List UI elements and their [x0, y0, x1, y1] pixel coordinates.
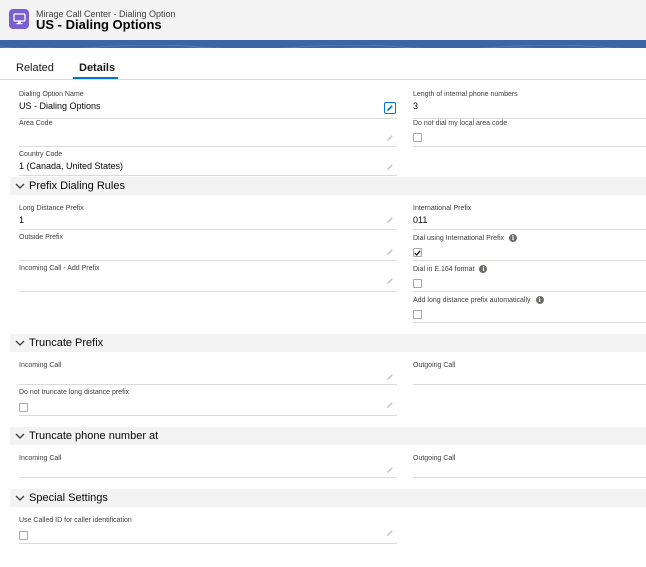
field-label-text: Dial using International Prefix — [413, 234, 505, 242]
chevron-down-icon — [15, 433, 25, 439]
field-area-code: Area Code — [19, 120, 397, 147]
field-label: Incoming Call — [19, 362, 62, 369]
field-label-text: Dial in E.164 format — [413, 265, 475, 273]
edit-pencil-icon[interactable] — [384, 399, 396, 411]
section-title: Truncate Prefix — [29, 337, 104, 349]
edit-pencil-icon[interactable] — [384, 102, 396, 114]
field-add-long-distance-auto: Add long distance prefix automatically i — [413, 296, 646, 323]
do-not-truncate-ld-checkbox[interactable] — [19, 403, 28, 412]
field-truncate-incoming: Incoming Call — [19, 362, 397, 385]
monitor-icon — [9, 9, 29, 29]
field-value: 3 — [413, 101, 419, 111]
info-icon[interactable]: i — [535, 296, 544, 304]
section-truncate-prefix[interactable]: Truncate Prefix — [10, 334, 646, 352]
record-tabs: Related Details — [0, 48, 646, 80]
record-title: US - Dialing Options — [36, 17, 162, 32]
field-dial-e164: Dial in E.164 format i — [413, 265, 646, 292]
field-label-text: Add long distance prefix automatically — [413, 296, 531, 304]
section-title: Special Settings — [29, 492, 108, 504]
field-international-prefix: International Prefix 011 — [413, 205, 646, 230]
section-prefix-dialing-rules[interactable]: Prefix Dialing Rules — [10, 177, 646, 195]
field-label: Outgoing Call — [413, 362, 456, 369]
edit-pencil-icon[interactable] — [384, 246, 396, 258]
edit-pencil-icon[interactable] — [384, 132, 396, 144]
field-truncate-outgoing: Outgoing Call — [413, 362, 646, 385]
info-icon[interactable]: i — [509, 234, 518, 242]
check-icon — [414, 249, 421, 256]
active-tab-indicator — [73, 77, 118, 79]
edit-pencil-icon[interactable] — [384, 371, 396, 383]
field-value: 011 — [413, 215, 428, 225]
field-label: Outside Prefix — [19, 234, 63, 241]
field-label: Incoming Call - Add Prefix — [19, 265, 100, 272]
tab-related[interactable]: Related — [16, 62, 54, 74]
field-do-not-truncate-ld: Do not truncate long distance prefix — [19, 389, 397, 416]
field-label: Area Code — [19, 120, 53, 127]
chevron-down-icon — [15, 340, 25, 346]
field-label: Incoming Call — [19, 455, 62, 462]
edit-pencil-icon[interactable] — [384, 527, 396, 539]
field-label: Do not truncate long distance prefix — [19, 389, 130, 396]
field-label: Country Code — [19, 151, 63, 158]
section-title: Prefix Dialing Rules — [29, 180, 125, 192]
info-icon[interactable]: i — [479, 265, 488, 273]
chevron-down-icon — [15, 495, 25, 501]
field-country-code: Country Code 1 (Canada, United States) — [19, 151, 397, 176]
field-value: 1 — [19, 215, 25, 225]
chevron-down-icon — [15, 183, 25, 189]
section-title: Truncate phone number at — [29, 430, 159, 442]
field-label: Length of internal phone numbers — [413, 91, 518, 98]
field-length-internal: Length of internal phone numbers 3 — [413, 91, 646, 119]
field-do-not-dial-local: Do not dial my local area code — [413, 120, 646, 147]
field-dial-using-international: Dial using International Prefix i — [413, 234, 646, 261]
field-dialing-option-name: Dialing Option Name US - Dialing Options — [19, 91, 397, 119]
record-header: Mirage Call Center - Dialing Option US -… — [0, 0, 646, 40]
field-tpn-incoming: Incoming Call — [19, 455, 397, 478]
use-called-id-checkbox[interactable] — [19, 531, 28, 540]
header-banner — [0, 40, 646, 48]
edit-pencil-icon[interactable] — [384, 464, 396, 476]
field-label: International Prefix — [413, 205, 472, 212]
do-not-dial-local-checkbox[interactable] — [413, 133, 422, 142]
field-use-called-id: Use Called ID for caller identification — [19, 517, 397, 544]
field-incoming-add-prefix: Incoming Call - Add Prefix — [19, 265, 397, 292]
field-label: Dial using International Prefix i — [413, 234, 518, 242]
dial-using-international-checkbox[interactable] — [413, 248, 422, 257]
edit-pencil-icon[interactable] — [384, 161, 396, 173]
field-label: Long Distance Prefix — [19, 205, 84, 212]
field-value: 1 (Canada, United States) — [19, 161, 124, 171]
field-label: Do not dial my local area code — [413, 120, 508, 127]
field-tpn-outgoing: Outgoing Call — [413, 455, 646, 478]
field-value: US - Dialing Options — [19, 101, 101, 111]
field-label: Add long distance prefix automatically i — [413, 296, 544, 304]
field-label: Outgoing Call — [413, 455, 456, 462]
field-label: Dialing Option Name — [19, 91, 84, 98]
field-long-distance-prefix: Long Distance Prefix 1 — [19, 205, 397, 230]
edit-pencil-icon[interactable] — [384, 214, 396, 226]
section-special-settings[interactable]: Special Settings — [10, 489, 646, 507]
tab-details[interactable]: Details — [79, 62, 115, 74]
edit-pencil-icon[interactable] — [384, 275, 396, 287]
field-label: Dial in E.164 format i — [413, 265, 488, 273]
add-long-distance-auto-checkbox[interactable] — [413, 310, 422, 319]
field-outside-prefix: Outside Prefix — [19, 234, 397, 261]
section-truncate-phone-number-at[interactable]: Truncate phone number at — [10, 427, 646, 445]
field-label: Use Called ID for caller identification — [19, 517, 132, 524]
dial-e164-checkbox[interactable] — [413, 279, 422, 288]
